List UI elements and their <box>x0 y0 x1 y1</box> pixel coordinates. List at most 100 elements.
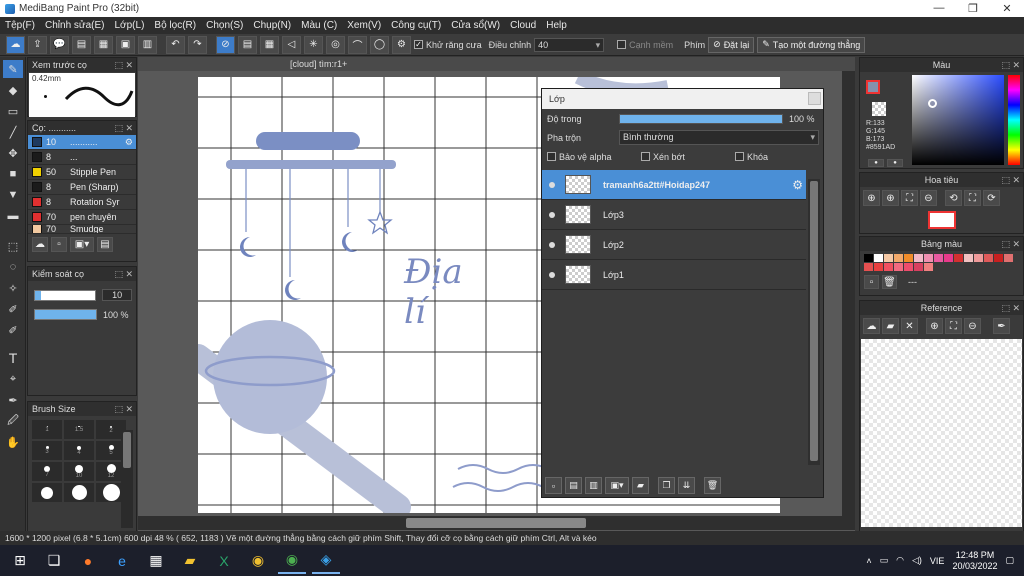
color-mode-icon[interactable]: ● <box>868 159 884 167</box>
hand-tool-icon[interactable]: ✋ <box>3 433 23 451</box>
zoom-out-icon[interactable]: ⊖ <box>920 190 937 206</box>
close-reference-icon[interactable]: ✕ <box>901 318 918 334</box>
size-cell[interactable] <box>32 483 62 502</box>
menu-window[interactable]: Cửa sổ(W) <box>446 20 505 31</box>
menu-snap[interactable]: Chụp(N) <box>248 20 296 31</box>
size-cell[interactable]: 10 <box>64 462 94 481</box>
hue-slider[interactable] <box>1008 75 1020 165</box>
palette-swatch[interactable] <box>904 263 913 271</box>
duplicate-layer-icon[interactable]: ❐ <box>658 477 675 494</box>
adjust-select[interactable]: 40 <box>534 37 605 52</box>
brush-item[interactable]: 70 pen chuyên <box>28 210 136 225</box>
upload-icon[interactable]: ⇪ <box>28 35 47 54</box>
cloud-brush-icon[interactable]: ☁ <box>32 237 48 252</box>
move-tool-icon[interactable]: ✥ <box>3 144 23 162</box>
palette-swatch[interactable] <box>944 254 953 262</box>
new-layer-icon[interactable]: ▫ <box>545 477 562 494</box>
size-cell[interactable]: 3 <box>32 441 62 460</box>
line-tool-icon[interactable]: ╱ <box>3 123 23 141</box>
fit-icon[interactable]: ⛶ <box>945 318 962 334</box>
task-view-icon[interactable]: ❏ <box>40 548 68 574</box>
color-picker-cursor[interactable] <box>928 99 937 108</box>
palette-swatch[interactable] <box>924 254 933 262</box>
palette-swatch[interactable] <box>894 263 903 271</box>
edge-toggle[interactable]: Cạnh mềm <box>617 40 673 50</box>
windows-start-icon[interactable]: ⊞ <box>6 548 34 574</box>
brush-item[interactable]: 50 Stipple Pen <box>28 165 136 180</box>
brush-size-scrollbar[interactable] <box>121 430 133 528</box>
brush-item[interactable]: 8... <box>28 150 136 165</box>
menu-help[interactable]: Help <box>541 20 572 31</box>
eye-icon[interactable] <box>549 241 555 248</box>
fill-rect-tool-icon[interactable]: ■ <box>3 165 23 183</box>
antialias-toggle[interactable]: ✓ Khử răng cưa <box>414 40 482 50</box>
maximize-button[interactable]: ❐ <box>956 2 990 15</box>
curve-snap-icon[interactable]: ⌒ <box>348 35 367 54</box>
lasso-tool-icon[interactable]: ◌ <box>3 258 23 276</box>
size-cell[interactable]: 7 <box>32 462 62 481</box>
dropper-icon[interactable]: 🖉 <box>3 412 23 430</box>
ellipse-snap-icon[interactable]: ◯ <box>370 35 389 54</box>
canvas-tab[interactable]: [cloud] tìm:r1+ <box>138 57 855 71</box>
no-snap-icon[interactable]: ⊘ <box>216 35 235 54</box>
panel-controls-icon[interactable]: ⬚ ✕ <box>114 402 133 416</box>
cloud-icon[interactable]: ☁ <box>6 35 25 54</box>
panel-controls-icon[interactable]: ⬚ ✕ <box>114 267 133 281</box>
vanishing-snap-icon[interactable]: ◁ <box>282 35 301 54</box>
zoom-in-icon-2[interactable]: ⊕ <box>882 190 899 206</box>
chrome-icon[interactable]: ◉ <box>244 548 272 574</box>
cloud-reference-icon[interactable]: ☁ <box>863 318 880 334</box>
new-brush-icon[interactable]: ▫ <box>51 237 67 252</box>
palette-swatch[interactable] <box>884 254 893 262</box>
reset-button[interactable]: ⊘ Đặt lại <box>708 36 755 53</box>
medibang-icon[interactable]: ◈ <box>312 548 340 574</box>
edge-checkbox[interactable] <box>617 40 627 49</box>
fg-color-swatch[interactable] <box>866 80 880 94</box>
menu-select[interactable]: Chọn(S) <box>201 20 248 31</box>
hscroll-thumb[interactable] <box>406 518 586 528</box>
select-pen-icon[interactable]: ✐ <box>3 300 23 318</box>
layer-item[interactable]: Lớp2 <box>542 230 806 260</box>
edge-icon[interactable]: e <box>108 548 136 574</box>
close-button[interactable]: ✕ <box>990 2 1024 15</box>
new-8bit-layer-icon[interactable]: ▥ <box>585 477 602 494</box>
volume-icon[interactable]: ◁) <box>912 555 922 566</box>
firefox-icon[interactable]: ● <box>74 548 102 574</box>
redo-icon[interactable]: ↷ <box>188 35 207 54</box>
panel-controls-icon[interactable]: ⬚ ✕ <box>1001 173 1020 187</box>
divide-tool-icon[interactable]: ⌖ <box>3 370 23 388</box>
eye-icon[interactable] <box>549 271 555 278</box>
brush-item[interactable]: 8 Pen (Sharp) <box>28 180 136 195</box>
circle-snap-icon[interactable]: ◎ <box>326 35 345 54</box>
folder-icon[interactable]: ▰ <box>632 477 649 494</box>
brush-settings-icon[interactable]: ▤ <box>97 237 113 252</box>
battery-icon[interactable]: ▭ <box>880 555 889 566</box>
reference-canvas[interactable] <box>861 339 1022 527</box>
gear-icon[interactable]: ⚙ <box>125 137 133 148</box>
bucket-tool-icon[interactable]: ▼ <box>3 186 23 204</box>
actual-size-icon[interactable]: ⛶ <box>964 190 981 206</box>
canvas-hscrollbar[interactable] <box>138 516 855 530</box>
merge-layer-icon[interactable]: ⇊ <box>678 477 695 494</box>
clipping-toggle[interactable]: Xén bớt <box>641 152 727 162</box>
rotate-right-icon[interactable]: ⟳ <box>983 190 1000 206</box>
menu-filter[interactable]: Bộ lọc(R) <box>149 20 201 31</box>
menu-color[interactable]: Màu (C) <box>296 20 342 31</box>
cross-snap-icon[interactable]: ▦ <box>260 35 279 54</box>
notification-icon[interactable]: ▢ <box>1005 555 1014 566</box>
store-icon[interactable]: ▦ <box>142 548 170 574</box>
palette-swatch[interactable] <box>864 263 873 271</box>
menu-file[interactable]: Tệp(F) <box>0 20 40 31</box>
brush-item[interactable]: 70 Smudge <box>28 225 136 234</box>
undo-icon[interactable]: ↶ <box>166 35 185 54</box>
zoom-in-icon[interactable]: ⊕ <box>926 318 943 334</box>
menu-view[interactable]: Xem(V) <box>342 20 386 31</box>
layer-opacity-slider[interactable] <box>619 113 783 124</box>
zoom-in-icon[interactable]: ⊕ <box>863 190 880 206</box>
layer-item[interactable]: tramanh6a2tt#Hoidap247 ⚙ <box>542 170 806 200</box>
brush-tool-icon[interactable]: ✎ <box>3 60 23 78</box>
straight-line-button[interactable]: ✎ Tạo một đường thẳng <box>757 36 866 53</box>
page-icon[interactable]: ▦ <box>94 35 113 54</box>
wifi-icon[interactable]: ◠ <box>896 555 904 566</box>
gear-icon[interactable]: ⚙ <box>792 178 803 192</box>
